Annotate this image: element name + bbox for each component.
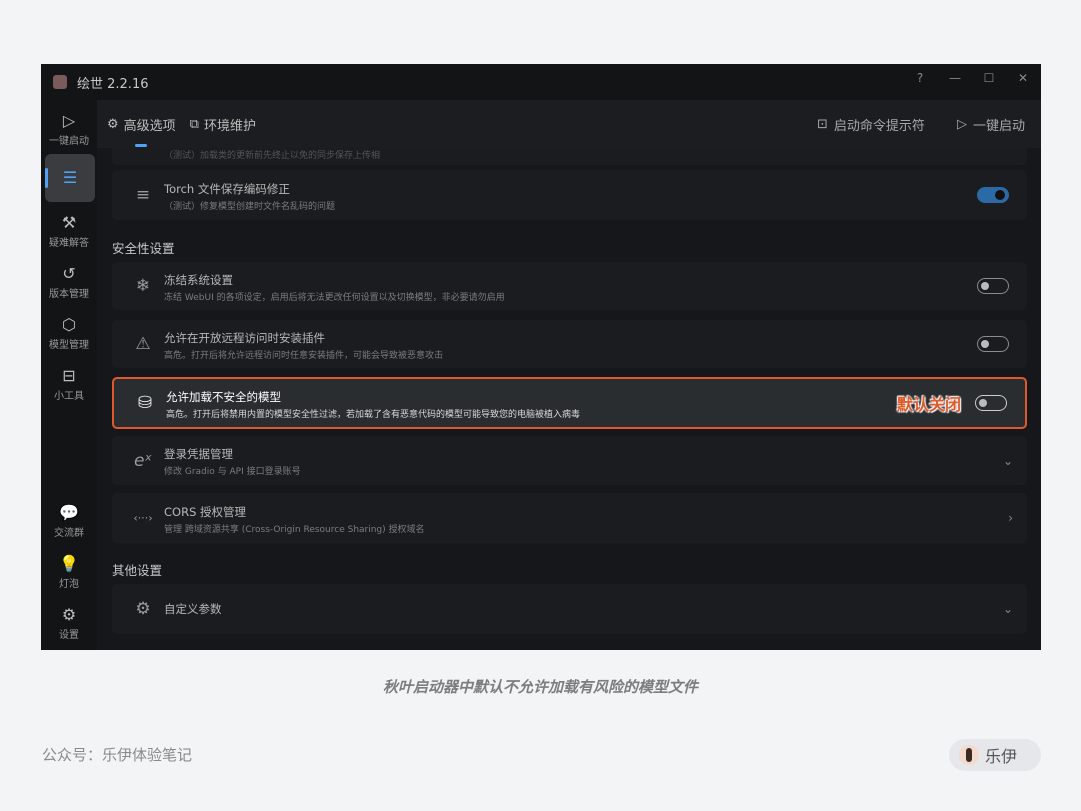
remote-plugins-toggle[interactable] [977, 336, 1009, 352]
section-title-other: 其他设置 [112, 563, 163, 578]
torch-encoding-toggle[interactable] [977, 187, 1009, 203]
warning-icon: ⚠ [135, 334, 151, 354]
default-off-annotation: 默认关闭 [896, 395, 961, 414]
maximize-button[interactable]: ☐ [972, 64, 1006, 92]
toolbox-icon: ⊟ [62, 366, 76, 385]
app-window: 绘世 2.2.16 ? — ☐ ✕ ▷ 一键启动 ☰ ⚒ 疑难解答 ↺ 版本管理 ⬡ 模… [41, 64, 1041, 650]
close-button[interactable]: ✕ [1006, 64, 1040, 92]
settings-card-torch-encoding: ≡ Torch 文件保存编码修正 （测试）修复模型创建时文件名乱码的问题 [112, 170, 1027, 220]
text-align-icon: ≡ [135, 185, 151, 205]
sidebar-item-troubleshoot[interactable]: ⚒ 疑难解答 [41, 212, 97, 249]
lightbulb-icon: 💡 [59, 554, 79, 573]
tools-icon: ⚒ [61, 213, 77, 232]
snowflake-icon: ❄ [135, 276, 151, 296]
sidebar-item-launch[interactable]: ▷ 一键启动 [41, 110, 97, 147]
history-icon: ↺ [62, 264, 76, 283]
sidebar-item-versions[interactable]: ↺ 版本管理 [41, 263, 97, 300]
play-icon: ▷ [957, 116, 967, 132]
settings-card-login: eˣ 登录凭据管理 修改 Gradio 与 API 接口登录账号 ⌄ [112, 436, 1027, 485]
active-indicator [45, 168, 48, 188]
unsafe-models-toggle[interactable] [975, 395, 1007, 411]
tab-header: ⚙ 高级选项 ⧉ 环境维护 ⊡ 启动命令提示符 ▷ 一键启动 [97, 100, 1041, 148]
tab-advanced-options[interactable]: ⚙ 高级选项 [107, 115, 176, 134]
sidebar: ▷ 一键启动 ☰ ⚒ 疑难解答 ↺ 版本管理 ⬡ 模型管理 ⊟ 小工具 💬 交流群 💡 灯泡 … [41, 100, 97, 650]
settings-card-freeze: ❄ 冻结系统设置 冻结 WebUI 的各项设定，启用后将无法更改任何设置以及切换… [112, 262, 1027, 310]
sidebar-item-community[interactable]: 💬 交流群 [41, 502, 97, 539]
gear-icon: ⚙ [107, 116, 119, 132]
settings-card-remote-plugins: ⚠ 允许在开放远程访问时安装插件 高危。打开后将允许远程访问时任意安装插件，可能… [112, 320, 1027, 368]
help-button[interactable]: ? [903, 64, 937, 92]
avatar [959, 745, 979, 765]
code-brackets-icon: ‹···› [133, 511, 153, 525]
sidebar-item-settings[interactable]: ⚙ 设置 [41, 604, 97, 641]
freeze-toggle[interactable] [977, 278, 1009, 294]
settings-card-custom-args: ⚙ 自定义参数 ⌄ [112, 584, 1027, 634]
sidebar-item-models[interactable]: ⬡ 模型管理 [41, 314, 97, 351]
app-logo-icon [53, 75, 67, 89]
gear-icon: ⚙ [61, 605, 77, 624]
sidebar-item-advanced[interactable]: ☰ [45, 154, 95, 202]
settings-card-cors: ‹···› CORS 授权管理 管理 跨域资源共享 (Cross-Origin … [112, 493, 1027, 543]
sidebar-item-bulb[interactable]: 💡 灯泡 [41, 553, 97, 590]
list-icon: ☰ [62, 168, 78, 187]
sidebar-item-tools[interactable]: ⊟ 小工具 [41, 365, 97, 402]
launch-button[interactable]: ▷ 一键启动 [957, 115, 1025, 134]
terminal-icon: ⊡ [817, 116, 828, 132]
cube-icon: ⬡ [62, 315, 76, 334]
code-settings-icon: ⚙ [135, 599, 151, 619]
chat-icon: 💬 [59, 503, 79, 522]
play-icon: ▷ [62, 111, 76, 130]
database-warning-icon: ⛁ [137, 393, 153, 413]
package-icon: ⧉ [189, 116, 199, 132]
chevron-down-icon[interactable]: ⌄ [1003, 454, 1013, 468]
section-title-security: 安全性设置 [112, 241, 175, 256]
account-label: 公众号：乐伊体验笔记 [42, 746, 193, 764]
chevron-right-icon[interactable]: › [1008, 511, 1013, 525]
chevron-down-icon[interactable]: ⌄ [1003, 602, 1013, 616]
title-bar: 绘世 2.2.16 ? — ☐ ✕ [41, 64, 1041, 100]
credential-icon: eˣ [133, 450, 152, 471]
image-caption: 秋叶启动器中默认不允许加载有风险的模型文件 [382, 678, 698, 696]
settings-card-unsafe-models: ⛁ 允许加载不安全的模型 高危。打开后将禁用内置的模型安全性过滤，若加载了含有恶… [112, 377, 1027, 429]
minimize-button[interactable]: — [938, 64, 972, 92]
settings-panel: ⚙ 高级选项 ⧉ 环境维护 ⊡ 启动命令提示符 ▷ 一键启动 （测试）加载类的更新前先终… [97, 100, 1041, 650]
app-title: 绘世 2.2.16 [77, 76, 149, 92]
author-badge: 乐伊 [949, 739, 1041, 771]
open-terminal-button[interactable]: ⊡ 启动命令提示符 [817, 115, 925, 134]
tab-environment[interactable]: ⧉ 环境维护 [190, 115, 256, 134]
